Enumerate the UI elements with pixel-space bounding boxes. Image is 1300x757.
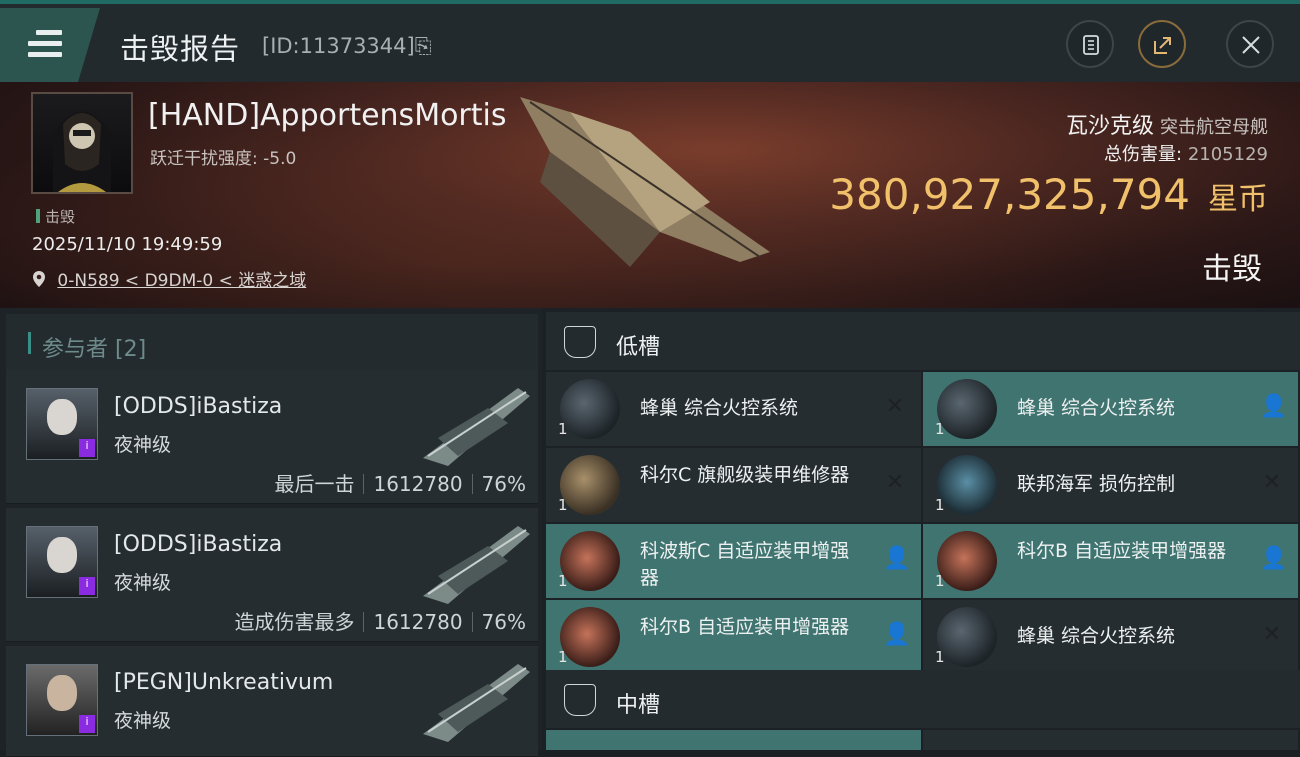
participant-ship: 夜神级 [114, 710, 172, 732]
top-bar: 击毁报告 [ID:11373344]⎘ [0, 0, 1300, 82]
kill-tag: 击毁 [36, 206, 75, 227]
mid-slots-header: 中槽 [546, 670, 1300, 728]
module-icon [937, 531, 997, 591]
participant-ship-image [423, 526, 530, 604]
victim-name[interactable]: [HAND]ApportensMortis [148, 98, 507, 133]
module-name: 科尔B 自适应装甲增强器 [640, 616, 850, 638]
pilot-avatar-image [53, 111, 111, 192]
kill-location[interactable]: 0-N589 < D9DM-0 < 迷惑之域 [32, 266, 306, 291]
avatar[interactable]: i [26, 526, 98, 598]
module-icon [560, 379, 620, 439]
destroyed-icon: ✕ [1262, 622, 1282, 647]
clipboard-icon [1083, 35, 1099, 55]
module-icon [560, 531, 620, 591]
share-icon [1154, 37, 1171, 54]
page-title: 击毁报告 [120, 32, 241, 66]
security-badge-icon: i [79, 577, 95, 595]
participant-ship-image [423, 664, 530, 742]
ship-class[interactable]: 瓦沙克级 突击航空母舰 [1066, 108, 1268, 140]
destroyed-icon: ✕ [1262, 470, 1282, 495]
low-slots-header: 低槽 [546, 312, 1300, 370]
participants-panel: 参与者 [2] i [ODDS]iBastiza 夜神级 最后一击 1612780… [0, 308, 542, 757]
person-icon: 👤 [883, 622, 911, 647]
module-name: 科尔C 旗舰级装甲维修器 [640, 464, 850, 486]
module-name: 蜂巢 综合火控系统 [1017, 397, 1176, 419]
participant-name: [ODDS]iBastiza [114, 532, 283, 557]
close-button[interactable] [1226, 20, 1274, 68]
copy-icon[interactable]: ⎘ [415, 34, 432, 58]
participant-name: [ODDS]iBastiza [114, 394, 283, 419]
low-slot-icon [564, 326, 596, 358]
participant-ship-image [423, 388, 530, 466]
close-icon [1242, 36, 1260, 54]
kill-datetime: 2025/11/10 19:49:59 [32, 234, 223, 255]
menu-button[interactable] [0, 8, 100, 82]
module-slot[interactable]: 1 蜂巢 综合火控系统 👤 [923, 372, 1298, 446]
module-slot[interactable] [546, 730, 921, 750]
module-name: 蜂巢 综合火控系统 [640, 397, 799, 419]
person-icon: 👤 [1260, 394, 1288, 419]
module-slot[interactable]: 1 蜂巢 综合火控系统 ✕ [546, 372, 921, 446]
module-icon [937, 607, 997, 667]
status-text: 击毁 [1202, 252, 1262, 287]
person-icon: 👤 [1260, 546, 1288, 571]
warp-disruption: 跃迁干扰强度: -5.0 [150, 149, 297, 169]
participant-row[interactable]: i [ODDS]iBastiza 夜神级 最后一击 1612780 76% [6, 370, 538, 504]
module-slot[interactable]: 1 蜂巢 综合火控系统 ✕ [923, 600, 1298, 674]
victim-portrait[interactable] [31, 92, 133, 194]
module-slot[interactable]: 1 科尔C 旗舰级装甲维修器 ✕ [546, 448, 921, 522]
participant-stats: 造成伤害最多 1612780 76% [234, 610, 526, 634]
security-badge-icon: i [79, 439, 95, 457]
module-slot[interactable]: 1 科尔B 自适应装甲增强器 👤 [546, 600, 921, 674]
person-icon: 👤 [883, 546, 911, 571]
module-name: 科波斯C 自适应装甲增强器 [640, 540, 850, 589]
participants-header: 参与者 [2] [6, 314, 538, 372]
module-name: 科尔B 自适应装甲增强器 [1017, 540, 1227, 562]
location-pin-icon [33, 271, 45, 287]
avatar[interactable]: i [26, 388, 98, 460]
avatar[interactable]: i [26, 664, 98, 736]
module-icon [560, 607, 620, 667]
fitting-panel: 低槽 1 蜂巢 综合火控系统 ✕ 1 蜂巢 综合火控系统 👤 1 科尔C 旗舰级… [542, 308, 1300, 750]
module-slot[interactable]: 1 科尔B 自适应装甲增强器 👤 [923, 524, 1298, 598]
module-icon [937, 379, 997, 439]
destroyed-icon: ✕ [885, 394, 905, 419]
participant-stats: 最后一击 1612780 76% [274, 472, 526, 496]
module-slot[interactable]: 1 科波斯C 自适应装甲增强器 👤 [546, 524, 921, 598]
kill-banner: [HAND]ApportensMortis 跃迁干扰强度: -5.0 击毁 20… [0, 82, 1300, 308]
total-damage: 总伤害量: 2105129 [1104, 144, 1268, 165]
security-badge-icon: i [79, 715, 95, 733]
module-icon [560, 455, 620, 515]
participant-row[interactable]: i [ODDS]iBastiza 夜神级 造成伤害最多 1612780 76% [6, 508, 538, 642]
share-button[interactable] [1138, 20, 1186, 68]
mid-slot-icon [564, 684, 596, 716]
module-name: 蜂巢 综合火控系统 [1017, 625, 1176, 647]
participant-name: [PEGN]Unkreativum [114, 670, 334, 695]
kill-id[interactable]: [ID:11373344]⎘ [262, 34, 432, 59]
participant-row[interactable]: i [PEGN]Unkreativum 夜神级 [6, 646, 538, 757]
module-name: 联邦海军 损伤控制 [1017, 473, 1176, 495]
module-slot[interactable] [923, 730, 1298, 750]
module-icon [937, 455, 997, 515]
destroyed-icon: ✕ [885, 470, 905, 495]
participant-ship: 夜神级 [114, 434, 172, 456]
module-slot[interactable]: 1 联邦海军 损伤控制 ✕ [923, 448, 1298, 522]
isk-value: 380,927,325,794 星币 [829, 170, 1268, 219]
menu-icon [28, 30, 62, 57]
clipboard-button[interactable] [1066, 20, 1114, 68]
participant-ship: 夜神级 [114, 572, 172, 594]
victim-ship-image [520, 97, 770, 267]
